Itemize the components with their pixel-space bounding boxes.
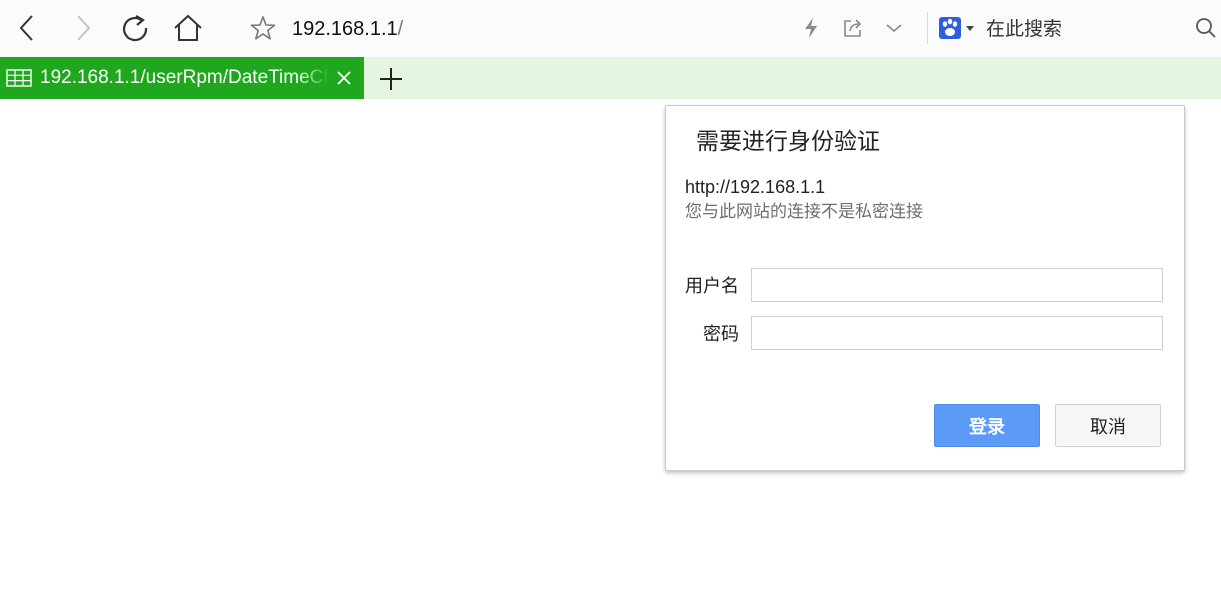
reload-icon <box>122 15 148 42</box>
username-label: 用户名 <box>685 276 739 297</box>
search-icon <box>1196 18 1216 38</box>
menu-dropdown-button[interactable] <box>874 8 914 48</box>
baidu-paw-icon <box>939 17 974 39</box>
star-icon <box>250 16 276 40</box>
search-button[interactable] <box>1186 8 1221 48</box>
share-button[interactable] <box>833 8 873 48</box>
forward-icon <box>77 15 91 41</box>
share-icon <box>844 19 862 37</box>
password-label: 密码 <box>703 324 739 345</box>
dialog-url: http://192.168.1.1 <box>685 177 826 197</box>
search-input[interactable]: 在此搜索 <box>986 16 1062 42</box>
table-grid-icon <box>6 69 32 87</box>
bookmark-button[interactable] <box>243 8 283 48</box>
speed-mode-button[interactable] <box>791 8 831 48</box>
password-field[interactable] <box>751 316 1163 350</box>
connection-warning: 您与此网站的连接不是私密连接 <box>685 202 923 222</box>
tab-title: 192.168.1.1/userRpm/DateTimeCfg <box>40 67 330 88</box>
auth-dialog: 需要进行身份验证 http://192.168.1.1 您与此网站的连接不是私密… <box>665 105 1185 471</box>
home-button[interactable] <box>168 8 208 48</box>
lightning-icon <box>805 18 817 38</box>
address-suffix: / <box>397 18 404 40</box>
browser-toolbar: 192.168.1.1/ 在此搜索 <box>0 0 1221 57</box>
home-icon <box>174 14 202 41</box>
tab-bar: 192.168.1.1/userRpm/DateTimeCfg <box>0 57 1221 99</box>
tab-active[interactable]: 192.168.1.1/userRpm/DateTimeCfg <box>0 57 364 99</box>
reload-button[interactable] <box>115 8 155 48</box>
login-button[interactable]: 登录 <box>934 404 1040 447</box>
new-tab-icon[interactable] <box>378 66 404 92</box>
username-field[interactable] <box>751 268 1163 302</box>
forward-button[interactable] <box>62 8 102 48</box>
back-button[interactable] <box>8 8 48 48</box>
toolbar-divider <box>927 12 928 44</box>
cancel-button[interactable]: 取消 <box>1055 404 1161 447</box>
search-engine-selector[interactable] <box>934 8 980 48</box>
address-bar[interactable]: 192.168.1.1/ <box>292 16 403 42</box>
dialog-title: 需要进行身份验证 <box>696 129 880 155</box>
address-text: 192.168.1.1 <box>292 18 398 40</box>
chevron-down-icon <box>886 24 902 33</box>
close-icon[interactable] <box>334 68 354 88</box>
back-icon <box>19 15 33 41</box>
